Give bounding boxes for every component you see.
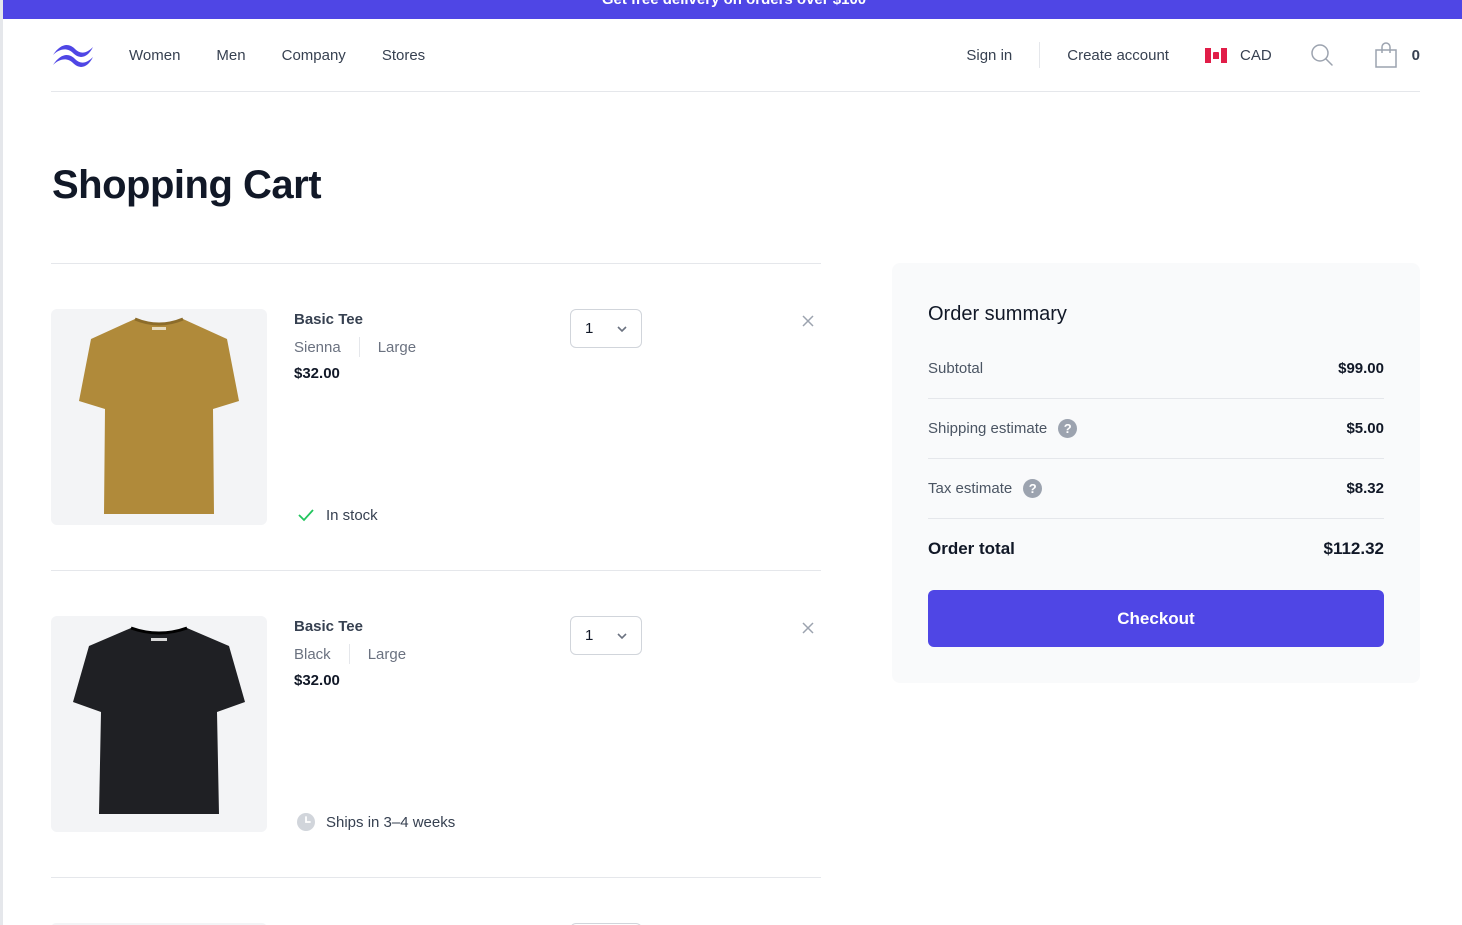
product-price: $32.00 bbox=[294, 672, 340, 689]
item-info: Basic Tee Black Large $32.00 bbox=[294, 618, 406, 689]
summary-row-subtotal: Subtotal $99.00 bbox=[928, 339, 1384, 399]
page-title: Shopping Cart bbox=[52, 163, 322, 207]
summary-title: Order summary bbox=[928, 303, 1067, 325]
shipping-value: $5.00 bbox=[1346, 420, 1384, 437]
product-price: $32.00 bbox=[294, 365, 340, 382]
summary-row-total: Order total $112.32 bbox=[928, 519, 1384, 579]
logo-icon[interactable] bbox=[51, 41, 95, 69]
nav-men[interactable]: Men bbox=[216, 47, 245, 64]
create-account-link[interactable]: Create account bbox=[1067, 47, 1169, 64]
sign-in-link[interactable]: Sign in bbox=[966, 47, 1012, 64]
nav-women[interactable]: Women bbox=[129, 47, 180, 64]
nav-company[interactable]: Company bbox=[282, 47, 346, 64]
product-size: Large bbox=[367, 645, 407, 663]
search-icon[interactable] bbox=[1310, 43, 1334, 67]
currency-selector[interactable]: CAD bbox=[1204, 46, 1272, 64]
summary-row-shipping: Shipping estimate ? $5.00 bbox=[928, 399, 1384, 459]
canada-flag-icon bbox=[1204, 47, 1227, 63]
product-image[interactable] bbox=[51, 309, 267, 525]
header: Women Men Company Stores Sign in Create … bbox=[51, 19, 1420, 92]
total-label: Order total bbox=[928, 539, 1015, 558]
close-icon[interactable] bbox=[801, 621, 815, 635]
status-text: Ships in 3–4 weeks bbox=[326, 813, 456, 831]
product-name[interactable]: Basic Tee bbox=[294, 311, 416, 328]
product-name[interactable]: Basic Tee bbox=[294, 618, 406, 635]
chevron-down-icon bbox=[617, 326, 627, 333]
quantity-select[interactable]: 1 bbox=[570, 616, 642, 655]
tax-label-group: Tax estimate ? bbox=[928, 479, 1043, 498]
quantity-select[interactable]: 1 bbox=[570, 309, 642, 348]
summary-row-tax: Tax estimate ? $8.32 bbox=[928, 459, 1384, 519]
tax-value: $8.32 bbox=[1346, 480, 1384, 497]
subtotal-value: $99.00 bbox=[1338, 360, 1384, 377]
shipping-label-group: Shipping estimate ? bbox=[928, 419, 1078, 438]
currency-label: CAD bbox=[1239, 46, 1272, 64]
account-nav: Sign in Create account CAD 0 bbox=[966, 19, 1420, 91]
cart-item bbox=[51, 877, 821, 925]
clock-icon bbox=[297, 813, 315, 831]
status-text: In stock bbox=[326, 506, 378, 524]
cart-item: Basic Tee Sienna Large $32.00 1 In stock bbox=[51, 263, 821, 570]
total-value: $112.32 bbox=[1323, 539, 1384, 558]
close-icon[interactable] bbox=[801, 314, 815, 328]
nav-stores[interactable]: Stores bbox=[382, 47, 425, 64]
checkout-button[interactable]: Checkout bbox=[928, 590, 1384, 647]
cart-item: Basic Tee Black Large $32.00 1 Ships in … bbox=[51, 570, 821, 877]
promo-text: Get free delivery on orders over $100 bbox=[602, 0, 866, 8]
promo-banner: Get free delivery on orders over $100 bbox=[3, 0, 1462, 19]
page: Get free delivery on orders over $100 Wo… bbox=[0, 0, 1462, 925]
tax-label: Tax estimate bbox=[928, 480, 1013, 497]
stock-status: Ships in 3–4 weeks bbox=[296, 812, 455, 832]
product-meta: Sienna Large bbox=[294, 337, 416, 357]
stock-status: In stock bbox=[296, 505, 378, 525]
cart-list: Basic Tee Sienna Large $32.00 1 In stock bbox=[51, 263, 821, 925]
summary-rows: Subtotal $99.00 Shipping estimate ? $5.0… bbox=[928, 339, 1384, 579]
product-color: Sienna bbox=[294, 338, 341, 356]
main-nav: Women Men Company Stores bbox=[129, 19, 461, 91]
quantity-value: 1 bbox=[585, 627, 594, 644]
subtotal-label: Subtotal bbox=[928, 360, 984, 377]
product-meta: Black Large bbox=[294, 644, 406, 664]
product-image[interactable] bbox=[51, 616, 267, 832]
shipping-label: Shipping estimate bbox=[928, 420, 1048, 437]
product-color: Black bbox=[294, 645, 331, 663]
check-icon bbox=[298, 509, 314, 522]
question-icon[interactable]: ? bbox=[1058, 419, 1078, 438]
cart-button[interactable]: 0 bbox=[1374, 42, 1420, 68]
quantity-value: 1 bbox=[585, 320, 594, 337]
chevron-down-icon bbox=[617, 633, 627, 640]
question-icon[interactable]: ? bbox=[1023, 479, 1043, 498]
shopping-bag-icon bbox=[1374, 42, 1397, 68]
product-size: Large bbox=[377, 338, 417, 356]
item-info: Basic Tee Sienna Large $32.00 bbox=[294, 311, 416, 382]
nav-divider bbox=[1039, 42, 1041, 68]
cart-count: 0 bbox=[1411, 46, 1420, 64]
order-summary: Order summary Subtotal $99.00 Shipping e… bbox=[892, 263, 1420, 683]
